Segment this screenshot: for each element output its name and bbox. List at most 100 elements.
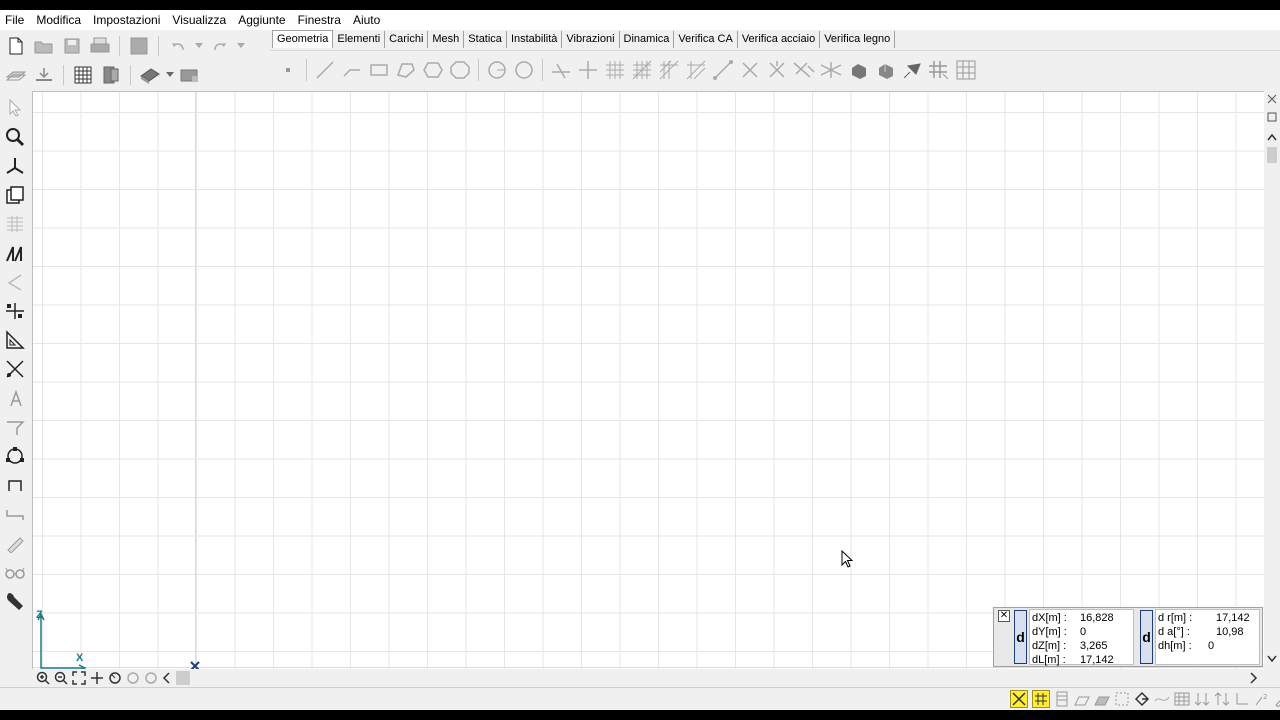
view-3d-icon[interactable] bbox=[178, 63, 202, 87]
render-icon[interactable] bbox=[138, 63, 162, 87]
layers-icon[interactable] bbox=[4, 63, 28, 87]
snap-view-icon[interactable] bbox=[1094, 691, 1110, 707]
zoom-back-icon[interactable] bbox=[126, 671, 140, 685]
glasses-icon[interactable] bbox=[1, 558, 29, 586]
extend-icon[interactable] bbox=[792, 58, 816, 82]
pages-icon[interactable] bbox=[1, 181, 29, 209]
frame-grid-icon[interactable] bbox=[954, 58, 978, 82]
snap-pen-icon[interactable] bbox=[1274, 691, 1280, 707]
snap-endpoint-toggle[interactable] bbox=[1010, 690, 1028, 708]
pin-icon[interactable] bbox=[900, 58, 924, 82]
tab-verifica-acciaio[interactable]: Verifica acciaio bbox=[738, 31, 821, 48]
pan-icon[interactable] bbox=[90, 671, 104, 685]
save-icon[interactable] bbox=[60, 34, 84, 58]
menu-modifica[interactable]: Modifica bbox=[33, 10, 84, 30]
zoom-out-icon[interactable] bbox=[54, 671, 68, 685]
line-icon[interactable] bbox=[313, 58, 337, 82]
tab-vibrazioni[interactable]: Vibrazioni bbox=[562, 31, 620, 48]
circle-center-icon[interactable] bbox=[485, 58, 509, 82]
octagon-icon[interactable] bbox=[448, 58, 472, 82]
open-folder-icon[interactable] bbox=[32, 34, 56, 58]
zoom-in-icon[interactable] bbox=[36, 671, 50, 685]
rotate-nodes-icon[interactable] bbox=[1, 442, 29, 470]
move-nodes-icon[interactable] bbox=[1, 297, 29, 325]
tab-verifica-legno[interactable]: Verifica legno bbox=[820, 31, 896, 48]
polygon-icon[interactable] bbox=[394, 58, 418, 82]
undo-dropdown-icon[interactable] bbox=[194, 34, 204, 58]
snap-down-arrows-icon[interactable] bbox=[1194, 691, 1210, 707]
stretch-icon[interactable] bbox=[711, 58, 735, 82]
intersect-icon[interactable] bbox=[549, 58, 573, 82]
horizontal-scroll-thumb[interactable] bbox=[176, 671, 190, 685]
pencil-icon[interactable] bbox=[1, 529, 29, 557]
vertical-scroll-thumb[interactable] bbox=[1267, 147, 1277, 163]
node-icon[interactable] bbox=[276, 58, 300, 82]
tab-geometria[interactable]: Geometria bbox=[272, 30, 334, 48]
scroll-left-icon[interactable] bbox=[162, 671, 172, 685]
coordinate-close-button[interactable]: ✕ bbox=[998, 610, 1010, 622]
redo-dropdown-icon[interactable] bbox=[236, 34, 246, 58]
report-icon[interactable] bbox=[99, 63, 123, 87]
split-icon[interactable] bbox=[576, 58, 600, 82]
menu-file[interactable]: File bbox=[2, 10, 27, 30]
snap-table-icon[interactable] bbox=[1174, 691, 1190, 707]
menu-aiuto[interactable]: Aiuto bbox=[350, 10, 383, 30]
new-file-icon[interactable] bbox=[4, 34, 28, 58]
skew-grid-2-icon[interactable] bbox=[684, 58, 708, 82]
dimension-icon[interactable] bbox=[1, 413, 29, 441]
scroll-down-icon[interactable] bbox=[1267, 655, 1277, 663]
snap-tree-icon[interactable] bbox=[1134, 691, 1150, 707]
tab-dinamica[interactable]: Dinamica bbox=[620, 31, 675, 48]
snap-superscript-icon[interactable]: 2 bbox=[1254, 691, 1270, 707]
triangle-ruler-icon[interactable] bbox=[1, 326, 29, 354]
render-dropdown-icon[interactable] bbox=[166, 63, 174, 87]
tab-statica[interactable]: Statica bbox=[464, 31, 507, 48]
extrude-2-icon[interactable] bbox=[873, 58, 897, 82]
zoom-extents-icon[interactable] bbox=[72, 671, 86, 685]
mirror-icon[interactable] bbox=[819, 58, 843, 82]
scroll-right-icon[interactable] bbox=[1248, 671, 1258, 685]
scroll-up-icon[interactable] bbox=[1267, 133, 1277, 141]
portal-frame-icon[interactable] bbox=[1, 471, 29, 499]
table-icon[interactable] bbox=[71, 63, 95, 87]
beam-section-icon[interactable] bbox=[1, 239, 29, 267]
undo-icon[interactable] bbox=[166, 34, 190, 58]
trim-icon[interactable] bbox=[765, 58, 789, 82]
snap-ortho-icon[interactable] bbox=[1054, 691, 1070, 707]
redo-icon[interactable] bbox=[208, 34, 232, 58]
menu-finestra[interactable]: Finestra bbox=[295, 10, 344, 30]
vertical-scrollbar[interactable] bbox=[1264, 91, 1280, 669]
circle-icon[interactable] bbox=[512, 58, 536, 82]
close-icon[interactable] bbox=[1267, 94, 1277, 104]
cross-icon[interactable] bbox=[738, 58, 762, 82]
tab-verifica-ca[interactable]: Verifica CA bbox=[674, 31, 738, 48]
level-icon[interactable] bbox=[32, 63, 56, 87]
wrench-icon[interactable] bbox=[1, 587, 29, 615]
export-icon[interactable] bbox=[127, 34, 151, 58]
snap-grid-toggle[interactable] bbox=[1032, 690, 1050, 708]
rectangle-icon[interactable] bbox=[367, 58, 391, 82]
mesh-grid-icon[interactable] bbox=[630, 58, 654, 82]
zoom-forward-icon[interactable] bbox=[144, 671, 158, 685]
snap-axis-icon[interactable] bbox=[1234, 691, 1250, 707]
hash-icon[interactable] bbox=[927, 58, 951, 82]
text-annotation-icon[interactable] bbox=[1, 384, 29, 412]
restore-icon[interactable] bbox=[1267, 112, 1277, 122]
snap-updown-icon[interactable] bbox=[1214, 691, 1230, 707]
menu-aggiunte[interactable]: Aggiunte bbox=[235, 10, 288, 30]
list-grid-icon[interactable] bbox=[1, 210, 29, 238]
drawing-canvas[interactable]: Z X bbox=[32, 91, 1264, 669]
select-pointer-icon[interactable] bbox=[1, 94, 29, 122]
zoom-previous-icon[interactable] bbox=[108, 671, 122, 685]
extrude-icon[interactable] bbox=[846, 58, 870, 82]
snap-curve-icon[interactable] bbox=[1154, 691, 1170, 707]
skew-grid-icon[interactable] bbox=[657, 58, 681, 82]
angle-icon[interactable] bbox=[1, 268, 29, 296]
snap-perspective-icon[interactable] bbox=[1074, 691, 1090, 707]
step-icon[interactable] bbox=[1, 500, 29, 528]
tab-carichi[interactable]: Carichi bbox=[385, 31, 429, 48]
axes-3d-icon[interactable] bbox=[1, 152, 29, 180]
zoom-icon[interactable] bbox=[1, 123, 29, 151]
snap-select-icon[interactable] bbox=[1114, 691, 1130, 707]
scissor-cut-icon[interactable] bbox=[1, 355, 29, 383]
